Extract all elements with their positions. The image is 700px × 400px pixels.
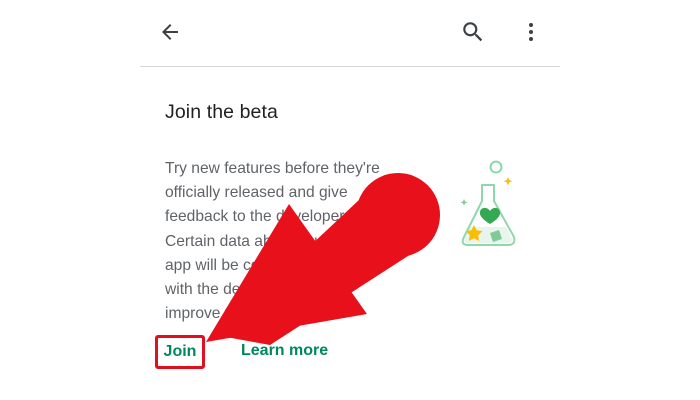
beta-description: Try new features before they're official… xyxy=(165,157,450,326)
more-vert-icon xyxy=(529,23,533,41)
description-line: officially released and give xyxy=(165,184,348,202)
description-line: Certain data about your use of the xyxy=(165,232,401,250)
search-icon xyxy=(463,22,483,42)
description-line: with the developer to help xyxy=(165,281,343,299)
beta-flask-illustration xyxy=(460,160,516,246)
description-line: improve the app. xyxy=(165,305,282,323)
back-button[interactable] xyxy=(152,14,188,50)
top-app-bar xyxy=(140,0,560,67)
section-title: Join the beta xyxy=(165,101,278,123)
search-button[interactable] xyxy=(455,14,491,50)
arrow-left-icon xyxy=(162,24,178,40)
beta-program-screen: Join the beta Try new features before th… xyxy=(0,0,700,400)
join-beta-button[interactable]: Join xyxy=(155,335,205,369)
description-line: Try new features before they're xyxy=(165,160,380,177)
description-line: app will be collected and shared xyxy=(165,256,387,274)
description-line: feedback to the developer. xyxy=(165,208,348,226)
more-options-button[interactable] xyxy=(513,14,549,50)
learn-more-link[interactable]: Learn more xyxy=(241,342,328,360)
